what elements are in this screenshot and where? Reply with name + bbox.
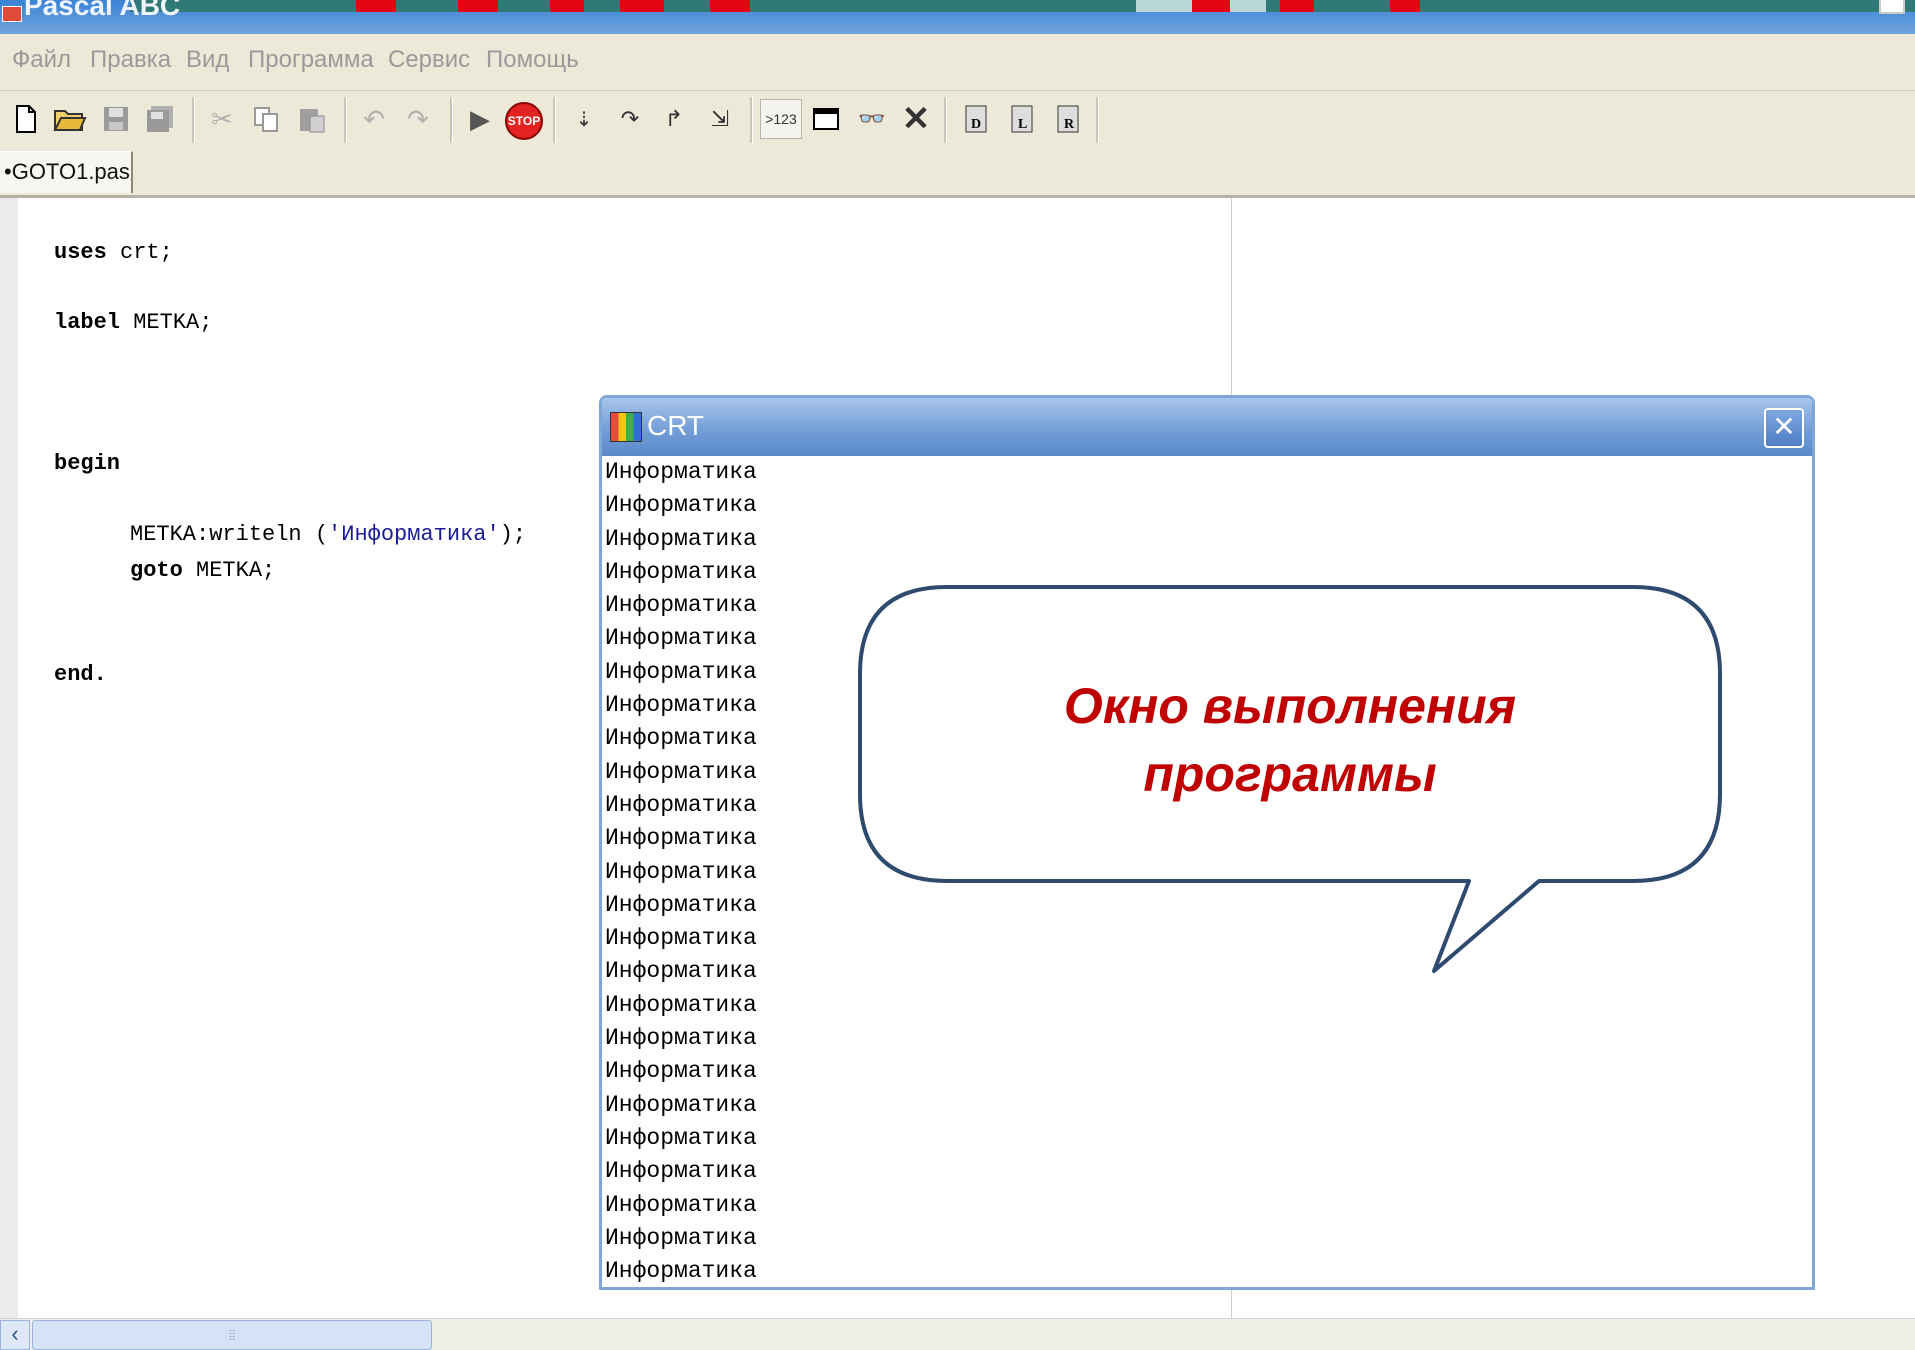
callout-bubble: Окно выполнения программы — [857, 584, 1723, 974]
crt-output-line: Информатика — [605, 891, 757, 918]
crt-output-line: Информатика — [605, 459, 757, 485]
svg-text:R: R — [1064, 117, 1075, 132]
scroll-left-arrow-icon[interactable]: ‹ — [0, 1320, 30, 1350]
cut-icon[interactable]: ✂ — [202, 99, 242, 139]
window-control-button[interactable] — [1879, 0, 1905, 14]
debug-d-icon[interactable]: D — [956, 99, 996, 139]
crt-output-line: Информатика — [605, 958, 757, 985]
crt-output-line: Информатика — [605, 558, 757, 585]
redo-icon[interactable]: ↷ — [398, 99, 438, 139]
crt-output-line: Информатика — [605, 658, 757, 685]
menu-help[interactable]: Помощь — [486, 46, 579, 74]
menu-edit[interactable]: Правка — [90, 46, 171, 74]
crt-output-area: Информатика Информатика Информатика Информа… — [605, 456, 757, 1288]
svg-text:D: D — [971, 117, 981, 132]
menu-file[interactable]: Файл — [12, 46, 71, 74]
debug-r-icon[interactable]: R — [1048, 99, 1088, 139]
run-to-cursor-icon[interactable]: ⇲ — [700, 99, 740, 139]
open-folder-icon[interactable] — [50, 99, 90, 139]
callout-text: Окно выполнения программы — [857, 672, 1723, 808]
stop-icon[interactable]: STOP — [505, 102, 543, 140]
crt-title: CRT — [647, 410, 705, 441]
editor-gutter — [0, 198, 18, 1318]
crt-output-line: Информатика — [605, 1258, 757, 1285]
crt-app-icon — [610, 412, 642, 442]
crt-output-line: Информатика — [605, 1224, 757, 1251]
step-out-icon[interactable]: ↱ — [654, 99, 694, 139]
debug-l-icon[interactable]: L — [1002, 99, 1042, 139]
copy-icon[interactable] — [246, 99, 286, 139]
step-into-icon[interactable]: ⇣ — [564, 99, 604, 139]
code-line-3: begin — [54, 451, 121, 476]
crt-output-line: Информатика — [605, 991, 757, 1018]
paste-icon[interactable] — [292, 99, 332, 139]
code-line-6: end. — [54, 662, 107, 687]
code-line-1: uses crt; — [54, 240, 173, 265]
output-window-icon[interactable] — [806, 99, 846, 139]
menu-program[interactable]: Программа — [248, 46, 374, 74]
tab-bar: •GOTO1.pas — [0, 151, 1915, 198]
scrollbar-thumb[interactable]: ⦙⦙ — [32, 1320, 432, 1350]
crt-output-line: Информатика — [605, 858, 757, 885]
title-bar: Pascal ABC — [0, 0, 1915, 34]
new-file-icon[interactable] — [6, 99, 46, 139]
crt-title-bar[interactable]: CRT ✕ — [602, 398, 1812, 456]
crt-output-line: Информатика — [605, 1158, 757, 1185]
run-icon[interactable]: ▶ — [460, 99, 500, 139]
crt-output-line: Информатика — [605, 825, 757, 852]
undo-icon[interactable]: ↶ — [354, 99, 394, 139]
step-over-icon[interactable]: ↷ — [610, 99, 650, 139]
crt-output-line: Информатика — [605, 725, 757, 752]
slide-header-strip — [130, 0, 1915, 12]
horizontal-scrollbar[interactable]: ‹ ⦙⦙ — [0, 1318, 1915, 1350]
tab-goto1-pas[interactable]: •GOTO1.pas — [0, 151, 133, 193]
callout-line-1: Окно выполнения — [1063, 678, 1517, 734]
crt-output-line: Информатика — [605, 925, 757, 952]
crt-output-line: Информатика — [605, 1025, 757, 1052]
crt-output-line: Информатика — [605, 492, 757, 519]
code-line-4: METKA:writeln ('Информатика'); — [130, 522, 527, 547]
watch-icon[interactable]: 👓 — [852, 99, 892, 139]
menu-service[interactable]: Сервис — [388, 46, 470, 74]
crt-output-line: Информатика — [605, 1124, 757, 1151]
crt-output-line: Информатика — [605, 625, 757, 652]
callout-line-2: программы — [1143, 746, 1437, 802]
close-debug-icon[interactable]: ✕ — [896, 99, 936, 139]
save-all-icon[interactable] — [140, 99, 180, 139]
window-title: Pascal ABC — [24, 0, 181, 21]
crt-output-line: Информатика — [605, 791, 757, 818]
toolbar: ✂ ↶ ↷ ▶ STOP ⇣ ↷ ↱ ⇲ >123 👓 ✕ D L R — [0, 91, 1915, 151]
crt-output-line: Информатика — [605, 592, 757, 619]
crt-output-line: Информатика — [605, 758, 757, 785]
menu-bar: Файл Правка Вид Программа Сервис Помощь — [0, 34, 1915, 91]
menu-view[interactable]: Вид — [186, 46, 229, 74]
app-icon — [2, 6, 22, 22]
evaluate-icon[interactable]: >123 — [760, 99, 802, 139]
svg-text:L: L — [1018, 117, 1027, 132]
save-icon[interactable] — [96, 99, 136, 139]
crt-output-line: Информатика — [605, 692, 757, 719]
crt-output-line: Информатика — [605, 525, 757, 552]
crt-output-line: Информатика — [605, 1091, 757, 1118]
crt-close-button[interactable]: ✕ — [1764, 408, 1804, 448]
code-line-5: goto METKA; — [130, 558, 276, 583]
code-line-2: label METKA; — [54, 310, 213, 335]
crt-output-line: Информатика — [605, 1191, 757, 1218]
crt-output-line: Информатика — [605, 1058, 757, 1085]
